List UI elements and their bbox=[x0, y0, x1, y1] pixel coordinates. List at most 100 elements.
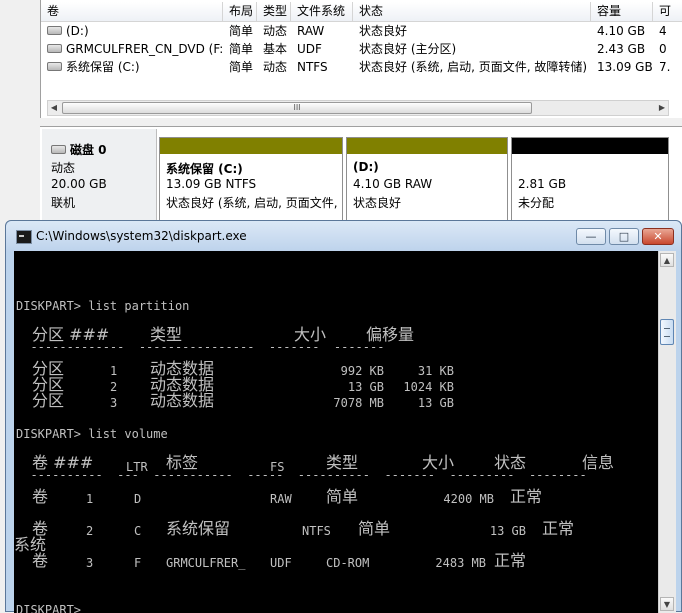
partition-d[interactable]: (D:) 4.10 GB RAW 状态良好 bbox=[346, 137, 508, 225]
console-icon bbox=[16, 230, 32, 244]
volume-row[interactable]: GRMCULFRER_CN_DVD (F:) 简单 基本 UDF 状态良好 (主… bbox=[41, 40, 682, 58]
command-line: DISKPART> list partition bbox=[16, 299, 190, 313]
console-vscrollbar[interactable]: ▲ ▼ bbox=[658, 251, 676, 613]
disk-type: 动态 bbox=[51, 161, 76, 175]
disk-size: 20.00 GB bbox=[51, 177, 107, 191]
vol-row-fs: RAW bbox=[270, 492, 292, 506]
vol-row-label: 卷 bbox=[32, 487, 49, 506]
close-button[interactable]: ✕ bbox=[642, 228, 674, 245]
partition-color-bar bbox=[160, 138, 342, 154]
vol-row-fs: UDF bbox=[270, 556, 292, 570]
volume-fs: NTFS bbox=[297, 60, 328, 74]
vol-row-ltr: D bbox=[134, 492, 142, 506]
vol-row-size: 2483 MB bbox=[435, 556, 486, 570]
volume-list-hscrollbar[interactable]: ◀ III ▶ bbox=[47, 100, 669, 116]
partition-title: 系统保留 (C:) bbox=[166, 162, 243, 176]
vol-row-ltr: F bbox=[134, 556, 142, 570]
volume-row[interactable]: (D:) 简单 动态 RAW 状态良好 4.10 GB 4 bbox=[41, 22, 682, 40]
volume-list-header: 卷 布局 类型 文件系统 状态 容量 可 bbox=[41, 2, 682, 22]
volume-layout: 简单 bbox=[229, 24, 254, 38]
vol-row-name: 系统保留 bbox=[166, 519, 231, 538]
scroll-left-icon[interactable]: ◀ bbox=[48, 101, 60, 115]
column-header-free[interactable]: 可 bbox=[653, 2, 682, 21]
vol-row-num: 1 bbox=[86, 492, 94, 506]
partition-color-bar bbox=[347, 138, 507, 154]
column-header-volume[interactable]: 卷 bbox=[41, 2, 223, 21]
part-row-type: 动态数据 bbox=[150, 391, 215, 410]
scroll-right-icon[interactable]: ▶ bbox=[656, 101, 668, 115]
drive-icon bbox=[47, 44, 62, 53]
part-row-size: 13 GB bbox=[347, 380, 384, 394]
prompt-line[interactable]: DISKPART> bbox=[16, 602, 96, 613]
vol-row-size: 4200 MB bbox=[443, 492, 494, 506]
part-row-num: 1 bbox=[110, 364, 118, 378]
volume-name: GRMCULFRER_CN_DVD (F:) bbox=[66, 42, 223, 56]
volume-name: 系统保留 (C:) bbox=[66, 60, 140, 74]
vol-row-size: 13 GB bbox=[489, 524, 526, 538]
volume-capacity: 13.09 GB bbox=[597, 60, 653, 74]
column-header-filesystem[interactable]: 文件系统 bbox=[291, 2, 353, 21]
part-row-offset: 1024 KB bbox=[403, 380, 454, 394]
column-header-status[interactable]: 状态 bbox=[353, 2, 591, 21]
volume-type: 动态 bbox=[263, 60, 288, 74]
column-header-capacity[interactable]: 容量 bbox=[591, 2, 653, 21]
vol-row-ltr: C bbox=[134, 524, 142, 538]
disk-label[interactable]: 磁盘 0 动态 20.00 GB 联机 bbox=[42, 129, 157, 225]
disk-icon bbox=[51, 145, 66, 154]
partition-status: 状态良好 bbox=[353, 196, 402, 210]
vol-row-status: 正常 bbox=[510, 487, 543, 506]
volume-capacity: 4.10 GB bbox=[597, 24, 646, 38]
column-header-layout[interactable]: 布局 bbox=[223, 2, 257, 21]
column-header-type[interactable]: 类型 bbox=[257, 2, 291, 21]
restore-button[interactable]: □ bbox=[609, 228, 639, 245]
diskpart-window[interactable]: C:\Windows\system32\diskpart.exe — □ ✕ D… bbox=[5, 220, 682, 613]
part-row-label: 分区 bbox=[32, 391, 65, 410]
volume-type: 动态 bbox=[263, 24, 288, 38]
vol-row-type: 简单 bbox=[358, 519, 391, 538]
disk-name: 磁盘 0 bbox=[70, 143, 107, 157]
volume-name: (D:) bbox=[66, 24, 89, 38]
vscroll-thumb[interactable] bbox=[660, 319, 674, 345]
volume-free: 7. bbox=[659, 60, 671, 74]
partition-c[interactable]: 系统保留 (C:) 13.09 GB NTFS 状态良好 (系统, 启动, 页面… bbox=[159, 137, 343, 225]
vol-separator: ---------- --- ----------- ----- -------… bbox=[16, 468, 587, 482]
scroll-down-icon[interactable]: ▼ bbox=[660, 597, 674, 611]
vol-row-fs: NTFS bbox=[302, 524, 331, 538]
command-line: DISKPART> list volume bbox=[16, 427, 168, 441]
partition-color-bar bbox=[512, 138, 668, 154]
vol-row-name: GRMCULFRER_ bbox=[166, 556, 246, 570]
part-row-num: 2 bbox=[110, 380, 118, 394]
disk-state: 联机 bbox=[51, 196, 76, 210]
scroll-up-icon[interactable]: ▲ bbox=[660, 253, 674, 267]
partition-size: 4.10 GB RAW bbox=[353, 177, 433, 191]
console-output[interactable]: DISKPART> list partition 分区 ### 类型 大小 偏移… bbox=[14, 251, 658, 613]
part-row-offset: 13 GB bbox=[417, 396, 454, 410]
vol-row-status: 正常 bbox=[542, 519, 575, 538]
volume-free: 0 bbox=[659, 42, 667, 56]
vol-header-col8: 信息 bbox=[582, 453, 615, 472]
hscroll-thumb[interactable]: III bbox=[62, 102, 532, 114]
part-row-size: 7078 MB bbox=[333, 396, 384, 410]
volume-status: 状态良好 (主分区) bbox=[359, 42, 457, 56]
volume-status: 状态良好 bbox=[359, 24, 408, 38]
window-title: C:\Windows\system32\diskpart.exe bbox=[36, 229, 247, 243]
drive-icon bbox=[47, 26, 62, 35]
part-row-size: 992 KB bbox=[340, 364, 384, 378]
minimize-button[interactable]: — bbox=[576, 228, 606, 245]
partition-status: 状态良好 (系统, 启动, 页面文件, bbox=[166, 196, 338, 210]
partition-title: (D:) bbox=[353, 160, 379, 174]
partition-status: 未分配 bbox=[518, 196, 555, 210]
part-row-num: 3 bbox=[110, 396, 118, 410]
partition-unallocated[interactable]: 2.81 GB 未分配 bbox=[511, 137, 669, 225]
volume-row[interactable]: 系统保留 (C:) 简单 动态 NTFS 状态良好 (系统, 启动, 页面文件,… bbox=[41, 58, 682, 76]
vol-row-num: 3 bbox=[86, 556, 94, 570]
partition-size: 13.09 GB NTFS bbox=[166, 177, 257, 191]
part-row-offset: 31 KB bbox=[417, 364, 454, 378]
vol-row-type: CD-ROM bbox=[326, 556, 370, 570]
volume-status: 状态良好 (系统, 启动, 页面文件, 故障转储) bbox=[359, 60, 588, 74]
vol-row-num: 2 bbox=[86, 524, 94, 538]
part-separator: ------------- ---------------- ------- -… bbox=[16, 340, 385, 354]
window-titlebar[interactable]: C:\Windows\system32\diskpart.exe — □ ✕ bbox=[6, 221, 681, 251]
drive-icon bbox=[47, 62, 62, 71]
volume-fs: RAW bbox=[297, 24, 325, 38]
